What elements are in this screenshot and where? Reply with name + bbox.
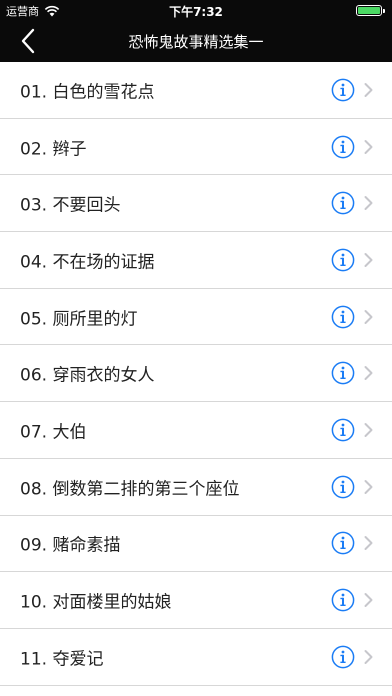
navigation-bar: 恐怖鬼故事精选集一 xyxy=(0,20,392,62)
story-title: 11. 夺爱记 xyxy=(20,649,104,670)
story-list: 01. 白色的雪花点 02. 辫子 03. 不要回头 04. 不在场的证据 05. 厕所… xyxy=(0,62,392,686)
list-item[interactable]: 06. 穿雨衣的女人 xyxy=(0,345,392,403)
story-title: 09. 赌命素描 xyxy=(20,535,121,556)
list-item[interactable]: 04. 不在场的证据 xyxy=(0,232,392,289)
battery-fill xyxy=(358,7,380,14)
info-icon[interactable] xyxy=(331,475,355,499)
info-icon[interactable] xyxy=(331,191,355,215)
list-item[interactable]: 05. 厕所里的灯 xyxy=(0,288,392,346)
info-icon[interactable] xyxy=(331,135,355,159)
story-title: 10. 对面楼里的姑娘 xyxy=(20,592,172,613)
story-title: 08. 倒数第二排的第三个座位 xyxy=(20,479,240,500)
info-icon[interactable] xyxy=(331,531,355,555)
list-item[interactable]: 03. 不要回头 xyxy=(0,175,392,233)
status-time: 下午7:32 xyxy=(169,5,223,19)
story-title: 03. 不要回头 xyxy=(20,195,121,216)
chevron-right-icon xyxy=(364,593,373,608)
list-item[interactable]: 09. 赌命素描 xyxy=(0,515,392,573)
chevron-right-icon xyxy=(364,422,373,437)
info-icon[interactable] xyxy=(331,645,355,669)
story-title: 06. 穿雨衣的女人 xyxy=(20,365,155,386)
status-bar: 运营商 下午7:32 xyxy=(0,0,392,20)
chevron-right-icon xyxy=(364,82,373,97)
story-title: 02. 辫子 xyxy=(20,139,87,160)
info-icon[interactable] xyxy=(331,361,355,385)
chevron-right-icon xyxy=(364,479,373,494)
story-title: 01. 白色的雪花点 xyxy=(20,82,155,103)
chevron-right-icon xyxy=(364,536,373,551)
info-icon[interactable] xyxy=(331,248,355,272)
chevron-right-icon xyxy=(364,366,373,381)
battery-icon xyxy=(356,5,385,16)
chevron-right-icon xyxy=(364,139,373,154)
list-item[interactable]: 07. 大伯 xyxy=(0,402,392,459)
list-item[interactable]: 11. 夺爱记 xyxy=(0,628,392,686)
chevron-right-icon xyxy=(364,252,373,267)
story-title: 05. 厕所里的灯 xyxy=(20,309,138,330)
chevron-right-icon xyxy=(364,309,373,324)
battery-tip xyxy=(383,9,385,13)
info-icon[interactable] xyxy=(331,305,355,329)
chevron-right-icon xyxy=(364,649,373,664)
story-title: 04. 不在场的证据 xyxy=(20,252,155,273)
chevron-right-icon xyxy=(364,196,373,211)
info-icon[interactable] xyxy=(331,588,355,612)
list-item[interactable]: 02. 辫子 xyxy=(0,118,392,176)
page-title: 恐怖鬼故事精选集一 xyxy=(128,33,264,51)
list-item[interactable]: 10. 对面楼里的姑娘 xyxy=(0,572,392,629)
list-item[interactable]: 08. 倒数第二排的第三个座位 xyxy=(0,458,392,516)
list-item[interactable]: 01. 白色的雪花点 xyxy=(0,62,392,119)
story-title: 07. 大伯 xyxy=(20,422,87,443)
info-icon[interactable] xyxy=(331,418,355,442)
info-icon[interactable] xyxy=(331,78,355,102)
